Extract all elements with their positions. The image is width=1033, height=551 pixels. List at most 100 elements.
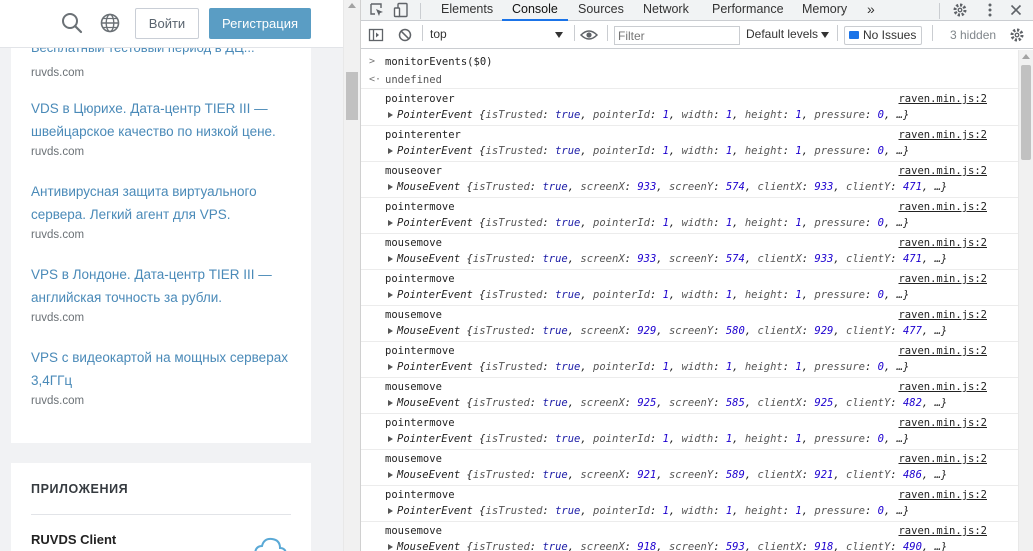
news-link[interactable]: VPS с видеокартой на мощных серверах 3,4… [31,347,296,392]
log-source-link[interactable]: raven.min.js:2 [898,237,987,249]
expand-triangle-icon[interactable] [388,364,393,370]
log-prop-key: width [681,433,714,445]
news-item: Антивирусная защита виртуального сервера… [31,181,296,241]
log-source-link[interactable]: raven.min.js:2 [898,129,987,141]
scrollbar-thumb[interactable] [1021,65,1031,160]
expand-triangle-icon[interactable] [388,400,393,406]
tab-sources[interactable]: Sources [578,0,624,21]
filter-input[interactable] [614,26,740,45]
log-prop-value: true [555,505,581,517]
more-options-icon[interactable] [982,2,998,18]
log-levels-dropdown[interactable]: Default levels [746,27,830,41]
issues-button[interactable]: No Issues [844,26,922,45]
log-prop-value: 933 [814,253,834,265]
log-source-link[interactable]: raven.min.js:2 [898,165,987,177]
log-source-link[interactable]: raven.min.js:2 [898,345,987,357]
expand-triangle-icon[interactable] [388,508,393,514]
log-object-preview[interactable]: MouseEvent {isTrusted: true, screenX: 93… [388,181,947,193]
tab-network[interactable]: Network [643,0,689,21]
expand-triangle-icon[interactable] [388,328,393,334]
log-source-link[interactable]: raven.min.js:2 [898,453,987,465]
log-source-link[interactable]: raven.min.js:2 [898,309,987,321]
log-object-class: PointerEvent [397,361,473,373]
log-prop-key: width [681,505,714,517]
live-expression-eye-icon[interactable] [580,28,598,42]
apps-divider [31,514,291,515]
expand-triangle-icon[interactable] [388,436,393,442]
log-source-link[interactable]: raven.min.js:2 [898,381,987,393]
log-object-preview[interactable]: PointerEvent {isTrusted: true, pointerId… [388,505,909,517]
log-entry: mousemove raven.min.js:2 MouseEvent {isTru… [361,378,1018,414]
news-link[interactable]: VPS в Лондоне. Дата-центр TIER III — анг… [31,264,296,309]
expand-triangle-icon[interactable] [388,148,393,154]
settings-gear-icon[interactable] [952,2,968,18]
log-object-preview[interactable]: MouseEvent {isTrusted: true, screenX: 93… [388,253,947,265]
sidebar-toggle-icon[interactable] [368,27,384,43]
scroll-up-arrow[interactable] [348,3,356,8]
log-object-preview[interactable]: MouseEvent {isTrusted: true, screenX: 92… [388,397,947,409]
log-source-link[interactable]: raven.min.js:2 [898,93,987,105]
app-name[interactable]: RUVDS Client [31,532,116,547]
log-prop-value: 471 [902,181,922,193]
log-source-link[interactable]: raven.min.js:2 [898,489,987,501]
log-prop-key: isTrusted [472,253,530,265]
login-button[interactable]: Войти [135,8,199,39]
expand-triangle-icon[interactable] [388,472,393,478]
search-icon[interactable] [61,12,83,34]
globe-icon[interactable] [99,12,121,34]
log-object-preview[interactable]: PointerEvent {isTrusted: true, pointerId… [388,109,909,121]
log-prop-key: clientX [757,541,802,551]
context-selector[interactable]: top [430,27,565,44]
log-prop-value: 1 [725,289,733,301]
more-tabs-button[interactable]: » [867,0,875,21]
log-object-preview[interactable]: PointerEvent {isTrusted: true, pointerId… [388,433,909,445]
log-prop-value: 574 [725,181,745,193]
log-prop-value: true [542,253,568,265]
log-prop-value: 929 [637,325,657,337]
close-icon[interactable] [1008,2,1024,18]
website-pane: Бесплатный тестовый период в ДЦ... ruvds… [0,0,343,551]
log-object-preview[interactable]: MouseEvent {isTrusted: true, screenX: 92… [388,469,947,481]
log-event-type: pointerover [385,93,455,105]
expand-triangle-icon[interactable] [388,544,393,550]
log-object-preview[interactable]: MouseEvent {isTrusted: true, screenX: 91… [388,541,947,551]
log-object-preview[interactable]: PointerEvent {isTrusted: true, pointerId… [388,289,909,301]
log-source-link[interactable]: raven.min.js:2 [898,417,987,429]
log-prop-key: width [681,289,714,301]
apps-card: ПРИЛОЖЕНИЯ RUVDS Client [11,463,311,551]
log-object-preview[interactable]: PointerEvent {isTrusted: true, pointerId… [388,217,909,229]
register-button[interactable]: Регистрация [209,8,311,39]
log-object-preview[interactable]: MouseEvent {isTrusted: true, screenX: 92… [388,325,947,337]
expand-triangle-icon[interactable] [388,220,393,226]
tab-memory[interactable]: Memory [802,0,847,21]
news-link[interactable]: VDS в Цюрихе. Дата-центр TIER III — швей… [31,98,296,143]
log-object-preview[interactable]: PointerEvent {isTrusted: true, pointerId… [388,361,909,373]
scrollbar-thumb[interactable] [346,72,358,120]
scroll-up-arrow[interactable] [1022,54,1030,59]
log-source-link[interactable]: raven.min.js:2 [898,201,987,213]
log-prop-key: screenX [580,325,625,337]
log-event-type: mousemove [385,525,442,537]
tab-performance[interactable]: Performance [712,0,784,21]
site-scrollbar[interactable] [343,0,360,551]
log-source-link[interactable]: raven.min.js:2 [898,525,987,537]
device-toolbar-icon[interactable] [393,2,409,18]
news-link[interactable]: Антивирусная защита виртуального сервера… [31,181,296,226]
log-prop-value: 486 [902,469,922,481]
log-object-preview[interactable]: PointerEvent {isTrusted: true, pointerId… [388,145,909,157]
log-prop-key: isTrusted [485,289,543,301]
expand-triangle-icon[interactable] [388,292,393,298]
tab-elements[interactable]: Elements [441,0,493,21]
clear-console-icon[interactable] [397,27,413,43]
tab-console[interactable]: Console [502,0,568,21]
expand-triangle-icon[interactable] [388,112,393,118]
console-input-text[interactable]: monitorEvents($0) [385,56,492,68]
expand-triangle-icon[interactable] [388,256,393,262]
log-prop-key: isTrusted [472,469,530,481]
expand-triangle-icon[interactable] [388,184,393,190]
inspect-element-icon[interactable] [369,2,385,18]
console-scrollbar[interactable] [1018,50,1033,551]
log-source-link[interactable]: raven.min.js:2 [898,273,987,285]
console-settings-gear-icon[interactable] [1009,27,1025,43]
log-object-class: MouseEvent [397,541,461,551]
